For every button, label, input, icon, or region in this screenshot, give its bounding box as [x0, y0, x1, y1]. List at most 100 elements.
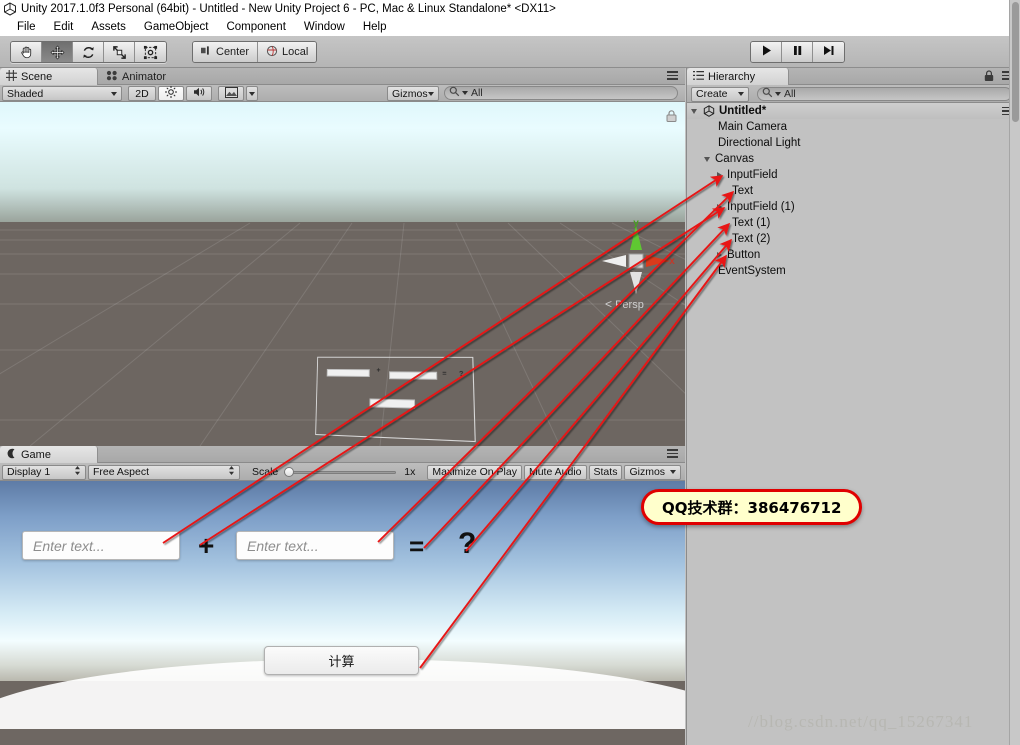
scene-mini-input-b [389, 371, 438, 380]
hand-tool-button[interactable] [11, 42, 42, 62]
hierarchy-item-label: Main Camera [718, 121, 788, 133]
scene-lighting-button[interactable] [158, 86, 184, 101]
chevron-down-icon [462, 91, 468, 95]
tab-game[interactable]: Game [0, 446, 98, 463]
menu-item-window[interactable]: Window [295, 21, 354, 33]
hierarchy-item-label: EventSystem [718, 265, 786, 277]
svg-text:y: y [633, 220, 639, 229]
menu-item-help[interactable]: Help [354, 21, 396, 33]
game-equals-symbol: = [409, 531, 425, 561]
scene-fx-dropdown[interactable] [246, 86, 258, 101]
scale-tool-button[interactable] [104, 42, 135, 62]
updown-arrows-icon [228, 465, 235, 479]
hierarchy-item-canvas[interactable]: Canvas [687, 151, 1020, 167]
scene-panel-menu-button[interactable] [667, 71, 678, 80]
game-input-field-a[interactable]: Enter text... [22, 531, 180, 560]
toggle-2d-label: 2D [135, 87, 149, 100]
hierarchy-icon [693, 70, 704, 84]
scene-orientation-gizmo[interactable]: y x [596, 218, 676, 300]
hierarchy-create-label: Create [696, 88, 728, 100]
hierarchy-lock-button[interactable] [984, 70, 994, 85]
hierarchy-item-button[interactable]: Button [687, 247, 1020, 263]
hierarchy-item-inputfield[interactable]: InputField [687, 167, 1020, 183]
scene-lock-icon[interactable] [666, 110, 677, 125]
hand-icon [19, 45, 34, 60]
scene-audio-button[interactable] [186, 86, 212, 101]
scene-viewport[interactable]: + = ? y x < Persp [0, 102, 685, 446]
chevron-down-icon[interactable] [691, 108, 697, 114]
game-panel-tabrow: Game [0, 446, 685, 463]
chevron-right-icon[interactable] [717, 172, 722, 178]
game-display-dropdown[interactable]: Display 1 [2, 464, 86, 480]
menu-item-component[interactable]: Component [217, 21, 294, 33]
scene-fx-button[interactable] [218, 86, 244, 101]
maximize-on-play-button[interactable]: Maximize On Play [427, 464, 522, 480]
rotate-tool-button[interactable] [73, 42, 104, 62]
scene-search-input[interactable]: All [444, 86, 678, 100]
scale-slider-thumb[interactable] [284, 466, 295, 477]
game-scale-slider[interactable] [284, 465, 397, 479]
menu-item-file[interactable]: File [8, 21, 45, 33]
tab-animator[interactable]: Animator [100, 68, 192, 85]
scrollbar-thumb[interactable] [1012, 2, 1019, 122]
hierarchy-item-label: Text (2) [732, 233, 771, 245]
hierarchy-item-text-1[interactable]: Text (1) [687, 215, 1020, 231]
shading-mode-dropdown[interactable]: Shaded [2, 86, 122, 101]
hierarchy-item-main-camera[interactable]: Main Camera [687, 119, 1020, 135]
play-icon [760, 44, 773, 60]
tab-scene-label: Scene [21, 70, 53, 83]
space-mode-label: Local [282, 46, 309, 58]
scene-gizmos-dropdown[interactable]: Gizmos [387, 86, 439, 101]
tab-hierarchy[interactable]: Hierarchy [687, 68, 789, 85]
hierarchy-create-dropdown[interactable]: Create [691, 86, 749, 102]
svg-text:x: x [669, 256, 675, 267]
hierarchy-scene-name: Untitled* [719, 105, 767, 117]
hierarchy-item-inputfield-1[interactable]: InputField (1) [687, 199, 1020, 215]
play-button[interactable] [751, 42, 782, 62]
scene-grid-icon [6, 69, 17, 84]
game-gizmos-dropdown[interactable]: Gizmos [624, 464, 682, 480]
hierarchy-item-text-2[interactable]: Text (2) [687, 231, 1020, 247]
tab-game-label: Game [21, 448, 51, 461]
game-panel-menu-button[interactable] [667, 449, 678, 458]
menu-item-gameobject[interactable]: GameObject [135, 21, 218, 33]
chevron-right-icon[interactable] [717, 204, 722, 210]
window-vertical-scrollbar[interactable] [1009, 0, 1020, 745]
chevron-down-icon[interactable] [704, 156, 710, 162]
pivot-mode-button[interactable]: Center [193, 42, 259, 62]
game-calculate-button[interactable]: 计算 [264, 646, 419, 675]
scale-slider-track [286, 470, 397, 474]
hierarchy-item-text[interactable]: Text [687, 183, 1020, 199]
scene-projection-label[interactable]: < Persp [605, 297, 644, 311]
game-viewport[interactable] [0, 481, 685, 745]
stats-button[interactable]: Stats [588, 464, 623, 480]
step-button[interactable] [813, 42, 844, 62]
tab-scene[interactable]: Scene [0, 68, 98, 85]
menu-item-edit[interactable]: Edit [45, 21, 83, 33]
hierarchy-item-directional-light[interactable]: Directional Light [687, 135, 1020, 151]
menu-item-assets[interactable]: Assets [82, 21, 135, 33]
game-input-field-b[interactable]: Enter text... [236, 531, 394, 560]
chevron-down-icon [670, 470, 677, 474]
scene-subtoolbar: Shaded 2D Gizmos All [0, 85, 685, 102]
hierarchy-scene-row[interactable]: Untitled* [687, 103, 1020, 119]
game-result-symbol: ? [458, 527, 477, 560]
mute-audio-button[interactable]: Mute Audio [523, 464, 587, 480]
move-tool-button[interactable] [42, 42, 73, 62]
hierarchy-subtoolbar: Create All [687, 85, 1020, 103]
rect-tool-button[interactable] [135, 42, 166, 62]
pivot-space-group: Center Local [192, 41, 318, 63]
hierarchy-item-eventsystem[interactable]: EventSystem [687, 263, 1020, 279]
toggle-2d-button[interactable]: 2D [128, 86, 156, 101]
tab-hierarchy-label: Hierarchy [708, 70, 756, 83]
hierarchy-search-input[interactable]: All [757, 86, 1012, 101]
lock-icon [984, 70, 994, 85]
pause-button[interactable] [782, 42, 813, 62]
hierarchy-item-label: InputField [727, 169, 778, 181]
scene-mini-equals: = [442, 370, 447, 378]
space-mode-button[interactable]: Local [258, 42, 317, 62]
unity-scene-icon [703, 105, 715, 117]
scene-mini-input-a [326, 368, 370, 377]
chevron-right-icon[interactable] [717, 252, 722, 258]
game-aspect-dropdown[interactable]: Free Aspect [88, 464, 240, 480]
